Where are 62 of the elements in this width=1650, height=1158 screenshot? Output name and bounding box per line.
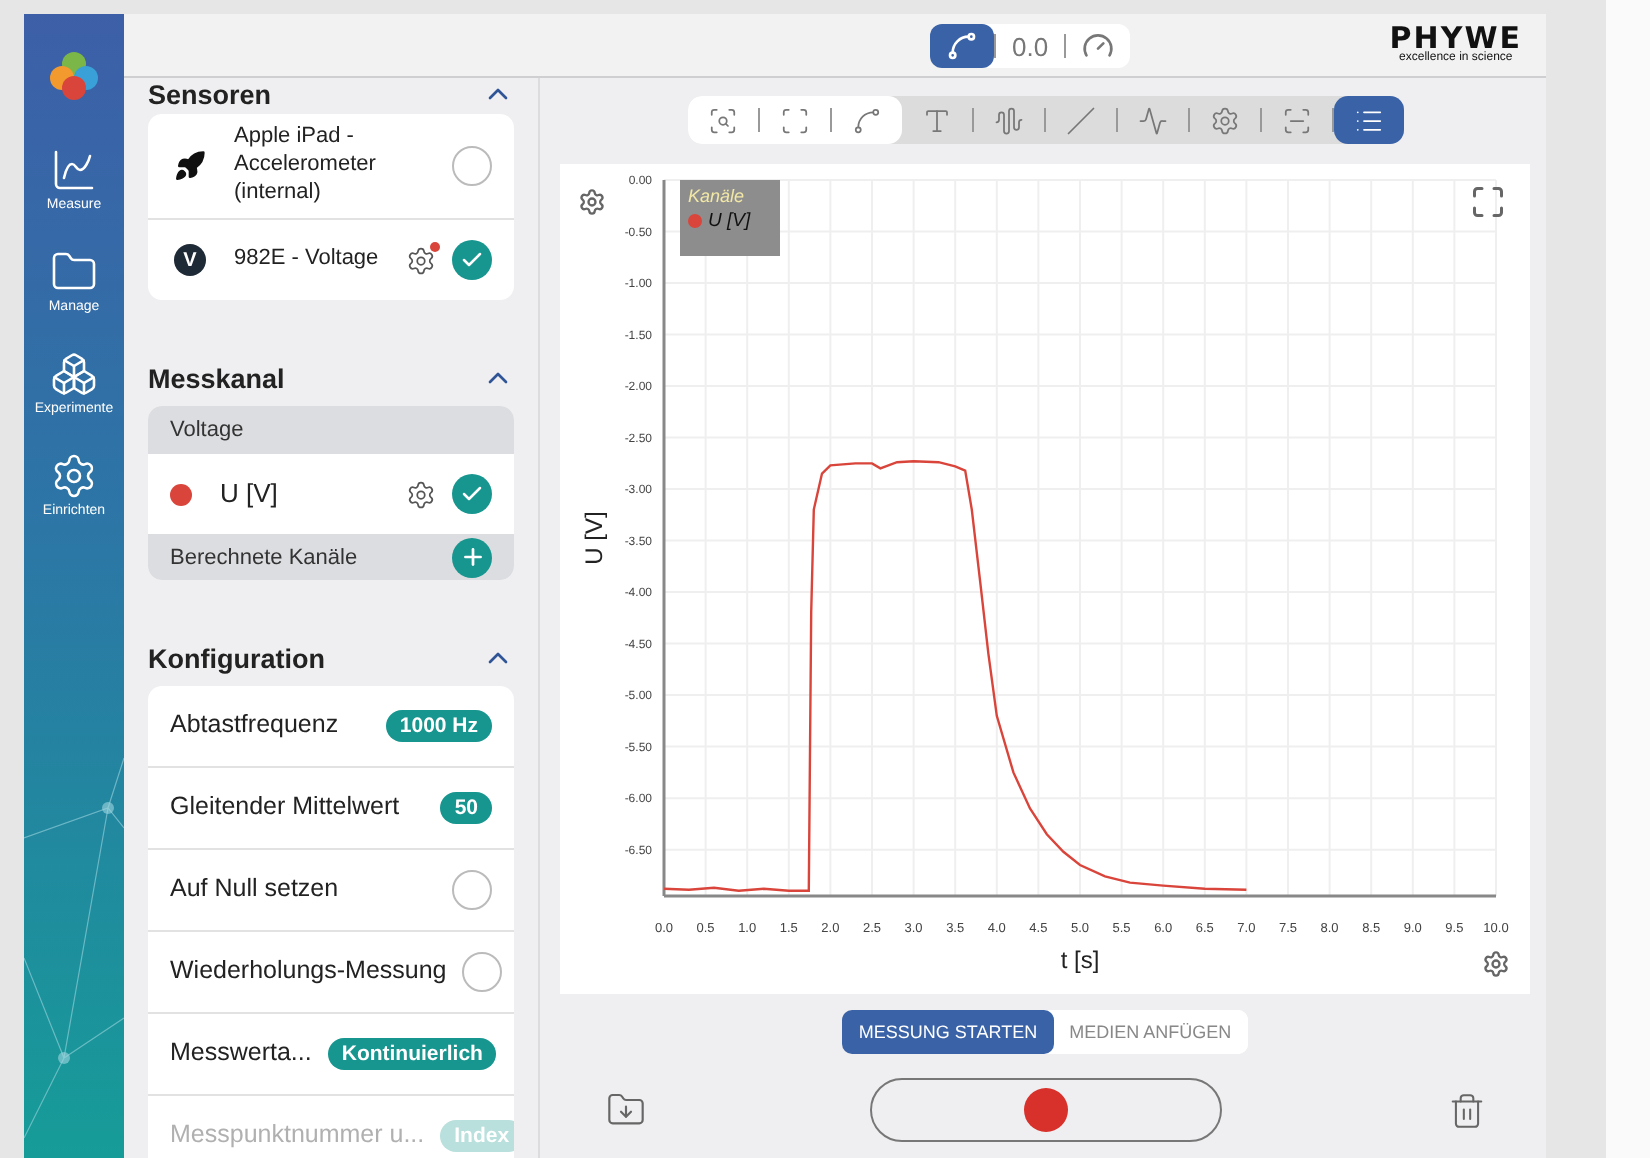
axis-title: U [V]	[580, 511, 608, 565]
group-label: Voltage	[170, 418, 244, 442]
waveform-icon	[993, 105, 1023, 135]
setting-label: Auf Null setzen	[170, 874, 341, 906]
settings-icon	[50, 452, 98, 500]
settings-icon[interactable]	[1482, 950, 1510, 978]
check-icon	[460, 482, 484, 506]
cubes-icon	[50, 350, 98, 398]
section-title: Sensoren	[148, 79, 272, 109]
sensor-name: 982E - Voltage	[234, 246, 381, 274]
magnifier-icon	[707, 105, 737, 135]
folder-icon	[605, 1090, 645, 1130]
tool-button[interactable]	[1333, 96, 1403, 144]
scan-icon	[1281, 105, 1311, 135]
legend-title: Kanäle	[688, 186, 747, 206]
curve-icon	[851, 105, 881, 135]
checkbox[interactable]	[462, 952, 503, 992]
setting-label: Wiederholungs-Messung	[170, 956, 447, 988]
trash-icon	[1447, 1091, 1485, 1129]
folder-button[interactable]	[605, 1090, 645, 1130]
delete-button[interactable]	[1447, 1091, 1485, 1129]
settings-button[interactable]	[406, 479, 436, 509]
text-icon	[921, 105, 951, 135]
section-title: Messkanal	[148, 363, 285, 393]
setting-label: Messpunktnummer u...	[170, 1120, 425, 1152]
graph-tab[interactable]	[930, 24, 994, 68]
checkbox[interactable]	[452, 240, 492, 280]
record-button[interactable]	[870, 1078, 1222, 1142]
frame-icon	[779, 105, 809, 135]
settings-button[interactable]	[406, 245, 436, 275]
axis-title: t [s]	[1060, 946, 1100, 974]
setting-label: Abtastfrequenz	[170, 710, 341, 742]
add-button[interactable]	[452, 537, 492, 577]
value-tab[interactable]: 0.0	[996, 24, 1065, 68]
checkbox[interactable]	[452, 870, 492, 910]
graph-icon	[946, 30, 978, 62]
settings-icon[interactable]	[578, 188, 606, 216]
fullscreen-icon[interactable]	[1470, 184, 1506, 220]
settings-icon	[1209, 105, 1239, 135]
legend-item: U [V]	[708, 210, 751, 232]
value-badge[interactable]: 1000 Hz	[385, 710, 492, 742]
section-title: Konfiguration	[148, 643, 325, 673]
checkbox[interactable]	[452, 146, 492, 186]
gauge-icon	[1082, 30, 1115, 62]
slash-icon	[1065, 105, 1095, 135]
value-badge[interactable]: 50	[440, 792, 492, 824]
pulse-icon	[1137, 105, 1167, 135]
group-label: Berechnete Kanäle	[170, 545, 358, 569]
sensor-name: Apple iPad - Accelerometer (internal)	[234, 124, 378, 208]
setting-label: Messwerta...	[170, 1038, 312, 1070]
brand-logo: PHYWE	[1389, 24, 1522, 52]
checkbox[interactable]	[452, 474, 492, 514]
setting-label: Gleitender Mittelwert	[170, 792, 402, 824]
rocket-icon	[174, 150, 206, 182]
mode-tab[interactable]: MESSUNG STARTEN	[842, 1010, 1054, 1054]
chart-icon	[50, 146, 98, 194]
sensor-badge: V	[174, 244, 206, 276]
plus-icon	[459, 544, 485, 570]
check-icon	[460, 248, 484, 272]
channel-name: U [V]	[220, 477, 280, 511]
value-badge[interactable]: Kontinuierlich	[327, 1038, 497, 1070]
logo-icon	[44, 50, 104, 102]
